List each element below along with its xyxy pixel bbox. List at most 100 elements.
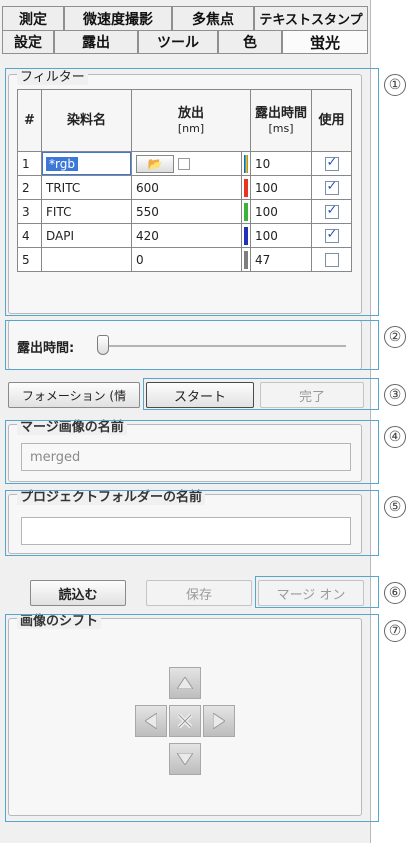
merge-on-button[interactable]: マージ オン [258,580,364,606]
dye-name-cell[interactable]: DAPI [41,223,132,248]
filter-group: フィルター # 染料名 放出 [nm] 露出時間 [ms] 使用 1 *rgb 📂 10… [8,66,362,314]
use-cell[interactable] [311,175,352,200]
use-cell[interactable] [311,223,352,248]
row-num-cell: 5 [17,247,42,272]
use-cell[interactable] [311,151,352,176]
image-shift-title: 画像のシフト [17,610,102,629]
callout-2: ② [384,326,406,348]
tab-row-2: 設定 露出 ツール 色 蛍光 [2,30,368,54]
tab-text-stamp[interactable]: テキストスタンプ [254,6,368,30]
row-num-cell: 1 [17,151,42,176]
color-swatch [244,178,248,197]
color-cell [241,223,251,248]
col-header-dye: 染料名 [41,89,132,152]
filter-table: # 染料名 放出[nm] 露出時間[ms] 使用 1*rgb📂 102TRITC… [17,89,352,272]
tab-time-lapse[interactable]: 微速度撮影 [64,6,172,30]
folder-open-icon[interactable]: 📂 [136,154,174,173]
fluorescence-panel: 測定 微速度撮影 多焦点 テキストスタンプ 設定 露出 ツール 色 蛍光 フィル… [0,0,371,843]
row-num-cell: 2 [17,175,42,200]
col-header-exposure: 露出時間 [ms] [249,89,313,152]
callout-6: ⑥ [384,582,406,604]
dye-name-cell[interactable]: TRITC [41,175,132,200]
color-cell [241,247,251,272]
color-swatch [244,154,248,173]
tab-measure[interactable]: 測定 [2,6,64,30]
use-checkbox[interactable] [324,227,339,243]
exposure-slider-thumb[interactable] [97,335,109,355]
dye-name-cell[interactable] [41,247,132,272]
arrow-up-icon [177,677,193,689]
color-cell [241,175,251,200]
exposure-cell[interactable]: 10 [249,151,313,176]
arrow-left-icon [145,713,157,729]
use-checkbox[interactable] [324,179,339,195]
row-num-cell: 4 [17,223,42,248]
table-row: 2 TRITC 600 100 [17,175,352,200]
exposure-time-group: 露出時間: [8,320,362,370]
use-checkbox[interactable] [324,252,339,267]
tab-row-1: 測定 微速度撮影 多焦点 テキストスタンプ [2,6,368,30]
dye-name-cell[interactable]: *rgb [41,151,132,176]
emission-cell[interactable]: 420 [130,223,243,248]
tab-fluorescence[interactable]: 蛍光 [282,30,368,53]
project-folder-group: プロジェクトフォルダーの名前 [8,486,362,554]
project-folder-input[interactable] [21,517,351,545]
load-button[interactable]: 読込む [30,580,126,606]
information-button[interactable]: フォメーション (情 [8,382,140,408]
tab-color[interactable]: 色 [218,30,282,53]
tab-exposure[interactable]: 露出 [54,30,138,53]
use-cell[interactable] [311,247,352,272]
tab-multi-focus[interactable]: 多焦点 [172,6,254,30]
merge-name-input[interactable]: merged [21,443,351,471]
emission-cell[interactable]: 600 [130,175,243,200]
table-row: 4 DAPI 420 100 [17,223,352,248]
arrow-down-icon [177,753,193,765]
shift-left-button[interactable] [135,705,167,737]
use-checkbox[interactable] [324,155,339,171]
merge-name-group: マージ画像の名前 merged [8,416,362,482]
done-button[interactable]: 完了 [260,382,364,408]
use-checkbox[interactable] [324,203,339,219]
table-row: 1 *rgb 📂 10 [17,151,352,176]
image-shift-group: 画像のシフト [8,610,362,816]
callout-5: ⑤ [384,496,406,518]
dye-name-cell[interactable]: FITC [41,199,132,224]
color-swatch [244,202,248,221]
exposure-time-label: 露出時間: [17,341,75,356]
arrow-right-icon [213,713,225,729]
emission-cell[interactable]: 550 [130,199,243,224]
save-button[interactable]: 保存 [146,580,252,606]
shift-right-button[interactable] [203,705,235,737]
shift-down-button[interactable] [169,743,201,775]
row-num-cell: 3 [17,199,42,224]
shift-up-button[interactable] [169,667,201,699]
filter-title: フィルター [17,66,88,85]
open-folder-cell[interactable]: 📂 [130,151,243,176]
merge-name-title: マージ画像の名前 [17,416,127,435]
exposure-cell[interactable]: 100 [249,223,313,248]
exposure-cell[interactable]: 100 [249,199,313,224]
rgb-checkbox[interactable] [177,158,190,170]
exposure-cell[interactable]: 100 [249,175,313,200]
col-header-num: # [17,89,42,152]
dye-name-selected: *rgb [46,156,78,171]
shift-reset-button[interactable] [169,705,201,737]
callout-1: ① [384,74,406,96]
callout-7: ⑦ [384,620,406,642]
exposure-cell[interactable]: 47 [249,247,313,272]
tab-tools[interactable]: ツール [138,30,218,53]
use-cell[interactable] [311,199,352,224]
table-header-row: # 染料名 放出 [nm] 露出時間 [ms] 使用 [17,89,352,152]
start-button[interactable]: スタート [146,382,254,408]
color-swatch [244,250,248,269]
col-header-emission: 放出 [nm] [131,89,251,152]
callout-3: ③ [384,384,406,406]
project-folder-title: プロジェクトフォルダーの名前 [17,486,206,505]
tab-settings[interactable]: 設定 [2,30,54,53]
exposure-slider-track[interactable] [101,345,346,347]
table-row: 5 0 47 [17,247,352,272]
emission-cell[interactable]: 0 [130,247,243,272]
callout-4: ④ [384,426,406,448]
close-icon [177,713,193,729]
color-swatch [244,226,248,245]
